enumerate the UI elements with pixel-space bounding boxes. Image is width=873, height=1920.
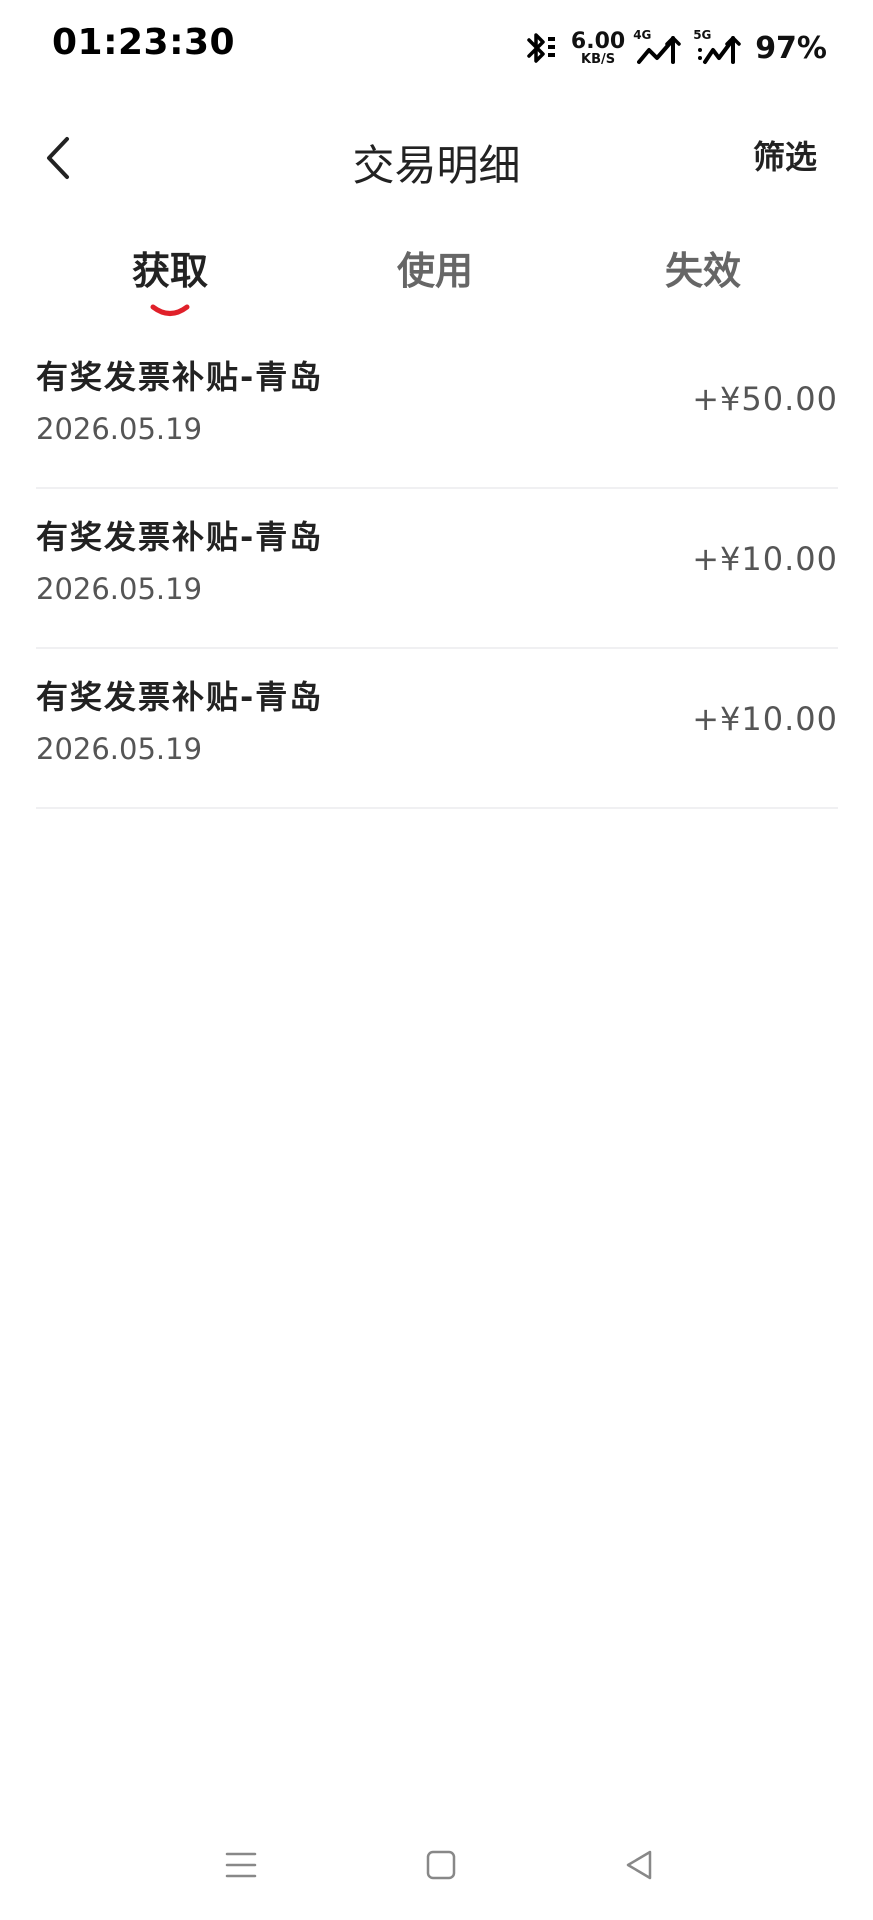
transaction-amount: +¥10.00 — [692, 700, 838, 738]
network-speed-unit: KB/S — [581, 51, 616, 67]
transaction-row[interactable]: 有奖发票补贴-青岛 2026.05.19 +¥50.00 — [36, 330, 838, 489]
network-speed-value: 6.00 — [570, 28, 626, 54]
transaction-title: 有奖发票补贴-青岛 — [36, 358, 324, 396]
transaction-row[interactable]: 有奖发票补贴-青岛 2026.05.19 +¥10.00 — [36, 650, 838, 809]
tab-bar: 获取 使用 失效 — [0, 240, 873, 320]
home-square-icon — [426, 1850, 456, 1880]
transaction-amount: +¥50.00 — [692, 380, 838, 418]
transaction-date: 2026.05.19 — [36, 732, 203, 766]
menu-icon — [225, 1852, 257, 1878]
bluetooth-icon — [523, 31, 559, 65]
transaction-title: 有奖发票补贴-青岛 — [36, 518, 324, 556]
network-speed: 6.00 KB/S — [570, 28, 626, 67]
signal-4g-icon — [637, 36, 681, 64]
status-bar: 01:23:30 6.00 KB/S 4G 5G 97% — [0, 0, 873, 100]
nav-back-button[interactable] — [614, 1840, 664, 1890]
tab-expired[interactable]: 失效 — [613, 240, 793, 295]
nav-home-button[interactable] — [416, 1840, 466, 1890]
transaction-amount: +¥10.00 — [692, 540, 838, 578]
tab-use[interactable]: 使用 — [345, 240, 525, 295]
transaction-row[interactable]: 有奖发票补贴-青岛 2026.05.19 +¥10.00 — [36, 490, 838, 649]
active-tab-indicator — [150, 304, 190, 316]
filter-button[interactable]: 筛选 — [753, 132, 817, 178]
battery-level: 97% — [755, 30, 827, 66]
transaction-title: 有奖发票补贴-青岛 — [36, 678, 324, 716]
system-nav-bar — [0, 1810, 873, 1920]
page-title: 交易明细 — [352, 141, 521, 190]
page-header: 交易明细 筛选 — [0, 110, 873, 206]
transaction-date: 2026.05.19 — [36, 572, 203, 606]
tab-obtain[interactable]: 获取 — [80, 240, 260, 295]
transaction-date: 2026.05.19 — [36, 412, 203, 446]
status-time: 01:23:30 — [52, 22, 236, 63]
signal-5g: 5G — [693, 28, 745, 68]
signal-4g: 4G — [633, 28, 685, 68]
triangle-back-icon — [626, 1850, 652, 1880]
status-icons: 6.00 KB/S 4G 5G 97% — [523, 26, 827, 70]
transaction-list: 有奖发票补贴-青岛 2026.05.19 +¥50.00 有奖发票补贴-青岛 2… — [36, 330, 838, 810]
signal-5g-icon — [698, 36, 741, 64]
nav-menu-button[interactable] — [216, 1840, 266, 1890]
